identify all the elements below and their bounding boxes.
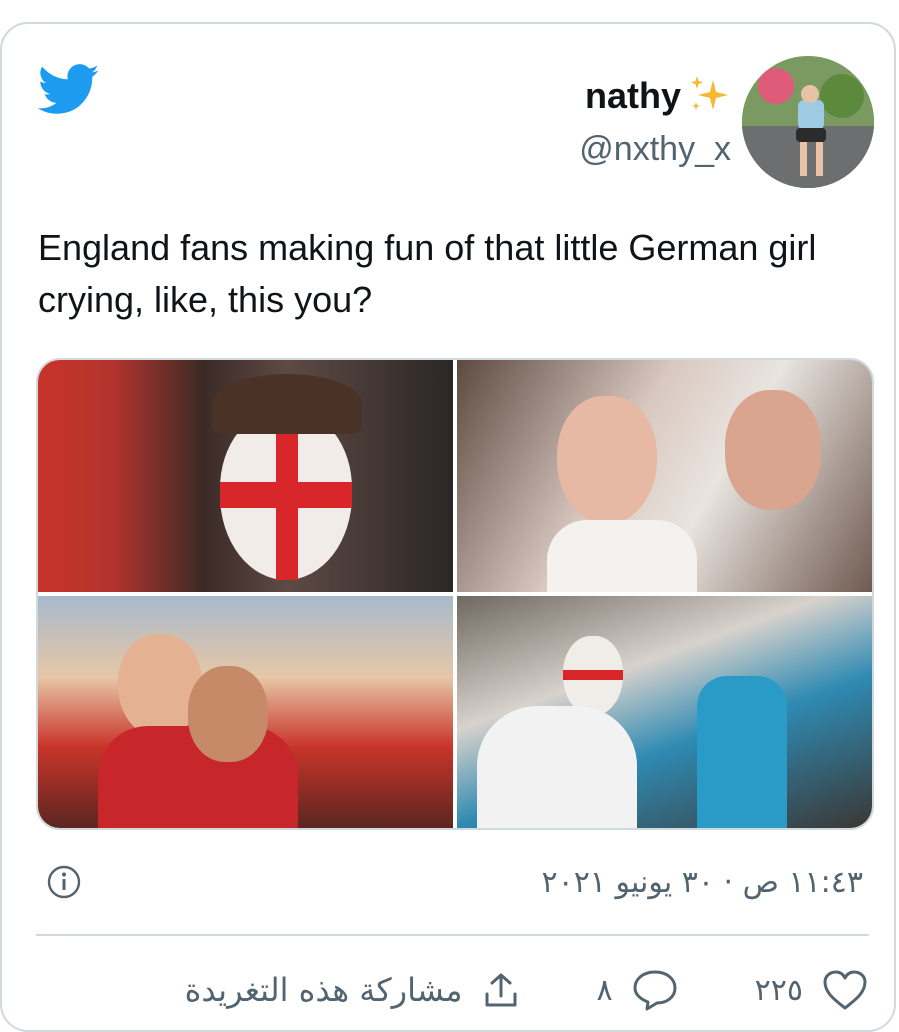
reply-icon[interactable] <box>631 968 679 1012</box>
author-avatar[interactable] <box>742 56 874 188</box>
tweet-timestamp[interactable]: ١١:٤٣ ص · ٣٠ يونيو ٢٠٢١ <box>542 865 864 900</box>
hair-shape <box>212 374 362 434</box>
white-shirt-shape <box>547 520 697 592</box>
face-second-fan <box>725 390 821 510</box>
divider <box>36 934 869 936</box>
face-painted-fan <box>220 410 352 580</box>
reply-count[interactable]: ٨ <box>597 973 613 1008</box>
face-glasses-fan <box>557 396 657 524</box>
sparkles-icon <box>691 76 728 110</box>
face-painted-bald-fan <box>563 636 623 716</box>
heart-icon[interactable] <box>821 968 869 1012</box>
share-label[interactable]: مشاركة هذه التغريدة <box>185 971 463 1009</box>
blue-shirt-shape <box>697 676 787 828</box>
flag-cape-shape <box>477 706 637 828</box>
tweet-text: England fans making fun of that little G… <box>38 227 817 320</box>
twitter-bird-icon[interactable] <box>38 64 100 116</box>
face-hugging-woman <box>188 666 268 762</box>
media-photo-1[interactable] <box>38 360 453 592</box>
media-photo-4[interactable] <box>457 596 872 828</box>
media-photo-3[interactable] <box>38 596 453 828</box>
tweet-actions-bar: مشاركة هذه التغريدة ٨ ٢٢٥ <box>140 962 869 1018</box>
info-icon[interactable] <box>46 864 82 900</box>
avatar-photo <box>742 56 874 188</box>
like-count[interactable]: ٢٢٥ <box>755 973 803 1008</box>
author-display-name[interactable]: nathy <box>585 75 681 117</box>
author-name-row[interactable]: nathy <box>585 74 731 118</box>
author-handle[interactable]: @nxthy_x <box>579 130 731 169</box>
media-photo-2[interactable] <box>457 360 872 592</box>
share-icon[interactable] <box>481 970 521 1010</box>
tweet-media-grid[interactable] <box>36 358 874 830</box>
